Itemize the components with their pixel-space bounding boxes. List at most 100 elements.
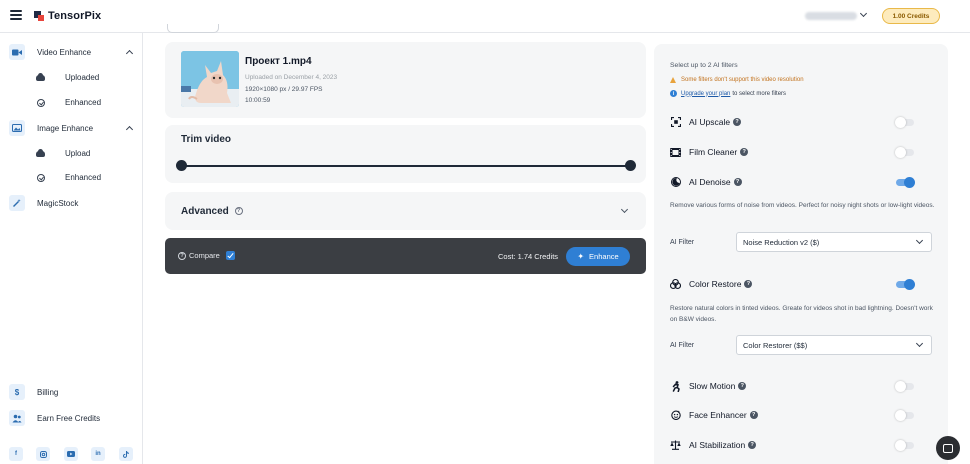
color-restore-description: Restore natural colors in tinted videos.… [670, 305, 933, 323]
color-ai-filter-select[interactable]: Color Restorer ($$) [736, 335, 932, 355]
compare-toggle[interactable]: ? Compare [178, 251, 235, 260]
video-thumbnail[interactable] [181, 51, 239, 107]
running-icon [670, 380, 681, 392]
filter-label: Slow Motion [689, 381, 736, 391]
check-circle-icon [36, 98, 45, 107]
sidebar-item-earn-credits[interactable]: Earn Free Credits [0, 407, 143, 429]
film-icon [670, 147, 681, 158]
sidebar-item-image-enhanced[interactable]: Enhanced [0, 166, 143, 188]
user-email-blurred[interactable] [805, 12, 857, 20]
toggle-color-restore[interactable] [896, 278, 915, 290]
sidebar-item-billing[interactable]: $ Billing [0, 381, 143, 403]
video-duration: 10:00:59 [245, 97, 271, 104]
sidebar-item-video-enhanced[interactable]: Enhanced [0, 91, 143, 113]
filter-label: AI Stabilization [689, 440, 746, 450]
cost-label: Cost: 1.74 Credits [498, 252, 559, 261]
magic-wand-icon [9, 195, 25, 211]
help-icon[interactable]: ? [733, 178, 742, 186]
filter-ai-upscale: AI Upscale ? [670, 115, 932, 129]
toggle-ai-denoise[interactable] [896, 176, 915, 188]
credits-button[interactable]: 1.00 Credits [882, 8, 940, 24]
toggle-slow-motion[interactable] [895, 380, 914, 392]
instagram-icon[interactable] [36, 447, 50, 461]
filter-face-enhancer: Face Enhancer ? [670, 408, 932, 422]
filter-label: Face Enhancer [689, 410, 747, 420]
users-icon [9, 410, 25, 426]
chat-icon [943, 443, 953, 453]
compare-checkbox[interactable] [225, 251, 235, 260]
chevron-down-icon [915, 339, 924, 348]
help-icon[interactable]: ? [744, 280, 753, 288]
chevron-up-icon[interactable] [125, 125, 134, 134]
youtube-icon[interactable] [64, 447, 78, 461]
warning-text: Some filters don't support this video re… [681, 77, 804, 83]
toggle-face-enhancer[interactable] [895, 409, 914, 421]
filter-slow-motion: Slow Motion ? [670, 379, 932, 393]
chevron-up-icon[interactable] [125, 49, 134, 58]
info-icon: i [670, 90, 677, 97]
tiktok-icon[interactable] [119, 447, 133, 461]
help-icon[interactable]: ? [234, 207, 243, 216]
upgrade-notice: i Upgrade your plan to select more filte… [670, 90, 786, 97]
sidebar-item-label: MagicStock [37, 198, 79, 208]
palette-icon [670, 279, 681, 290]
sidebar-item-label: Enhanced [65, 172, 102, 182]
trim-card [165, 125, 646, 183]
sidebar-item-image-enhance[interactable]: Image Enhance [0, 117, 143, 139]
action-bar: ? Compare Cost: 1.74 Credits ✦ Enhance [165, 238, 646, 274]
sidebar-item-label: Earn Free Credits [37, 413, 101, 423]
help-icon[interactable]: ? [740, 148, 749, 156]
previous-section-tab[interactable] [167, 24, 219, 33]
upgrade-plan-link[interactable]: Upgrade your plan [681, 91, 730, 97]
video-title: Проект 1.mp4 [245, 56, 312, 67]
warning-icon [670, 77, 676, 83]
account-chevron-down-icon[interactable] [859, 9, 868, 18]
enhance-button[interactable]: ✦ Enhance [566, 247, 630, 266]
sidebar-item-video-uploaded[interactable]: Uploaded [0, 66, 143, 88]
sidebar-item-magicstock[interactable]: MagicStock [0, 192, 143, 214]
denoise-description: Remove various forms of noise from video… [670, 202, 935, 209]
chat-support-button[interactable] [936, 436, 960, 460]
trim-title: Trim video [181, 134, 232, 145]
enhance-label: Enhance [589, 252, 619, 261]
facebook-icon[interactable]: f [9, 447, 23, 461]
sparkle-icon: ✦ [577, 252, 585, 261]
balance-icon [670, 440, 681, 451]
help-icon[interactable]: ? [733, 118, 742, 126]
social-links: f in [0, 447, 143, 464]
trim-end-handle[interactable] [625, 160, 636, 171]
logo[interactable]: TensorPix [34, 10, 101, 22]
video-resolution: 1920×1080 px / 29.97 FPS [245, 86, 323, 93]
resolution-warning: Some filters don't support this video re… [670, 77, 804, 83]
sidebar-item-video-enhance[interactable]: Video Enhance [0, 41, 143, 63]
help-icon[interactable]: ? [178, 251, 186, 260]
sidebar-item-label: Upload [65, 148, 91, 158]
linkedin-icon[interactable]: in [91, 447, 105, 461]
sidebar-item-image-upload[interactable]: Upload [0, 142, 143, 164]
help-icon[interactable]: ? [738, 382, 747, 390]
toggle-ai-stabilization[interactable] [895, 439, 914, 451]
denoise-ai-filter-select[interactable]: Noise Reduction v2 ($) [736, 232, 932, 252]
moon-icon [670, 177, 681, 188]
upgrade-suffix: to select more filters [732, 90, 787, 97]
toggle-ai-upscale[interactable] [895, 116, 914, 128]
toggle-film-cleaner[interactable] [895, 146, 914, 158]
filters-panel: Select up to 2 AI filters Some filters d… [654, 44, 948, 464]
help-icon[interactable]: ? [749, 411, 758, 419]
menu-icon[interactable] [10, 10, 22, 20]
filter-label: Color Restore [689, 279, 742, 289]
face-icon [670, 410, 681, 421]
upload-date: Uploaded on December 4, 2023 [245, 74, 338, 81]
sidebar-item-label: Billing [37, 387, 59, 397]
trim-slider-track[interactable] [181, 165, 631, 167]
sidebar-item-label: Image Enhance [37, 123, 94, 133]
logo-icon [34, 11, 44, 21]
image-icon [9, 120, 25, 136]
help-icon[interactable]: ? [748, 441, 757, 449]
filters-heading: Select up to 2 AI filters [670, 62, 738, 69]
upscale-icon [670, 117, 681, 128]
dollar-icon: $ [9, 384, 25, 400]
cloud-upload-icon [36, 148, 45, 158]
trim-start-handle[interactable] [176, 160, 187, 171]
filter-label: AI Denoise [689, 177, 731, 187]
